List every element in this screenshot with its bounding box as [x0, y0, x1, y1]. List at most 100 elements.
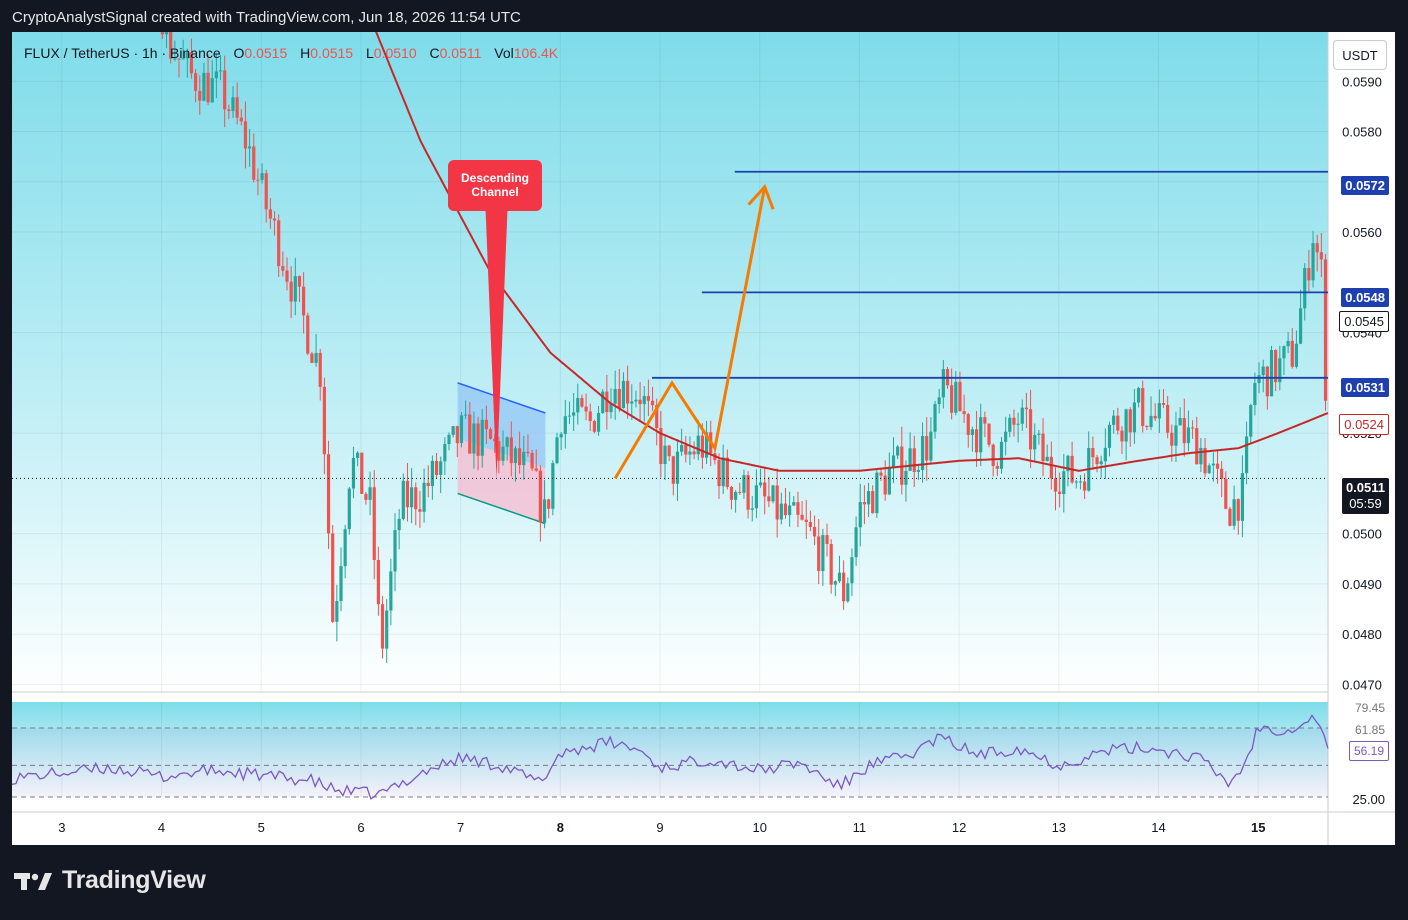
- candle-body: [729, 486, 734, 500]
- candle-body: [472, 423, 476, 454]
- rsi-lower-label: 25.00: [1352, 792, 1385, 807]
- price-tick-label: 0.0490: [1342, 577, 1382, 592]
- candle-body: [347, 488, 351, 530]
- candle-body: [700, 435, 705, 458]
- candle-body: [426, 482, 430, 486]
- level-0545-price-label: 0.0545: [1339, 311, 1389, 332]
- rsi-current-label: 56.19: [1348, 741, 1389, 761]
- candle-body: [775, 485, 779, 520]
- candle-body: [1240, 473, 1245, 521]
- legend-separator: ·: [161, 45, 171, 61]
- candle-body: [1157, 403, 1161, 419]
- candle-body: [1311, 243, 1315, 281]
- legend-high-value: 0.0515: [310, 45, 354, 61]
- candle-body: [264, 173, 268, 210]
- candle-body: [455, 426, 459, 444]
- candle-body: [206, 72, 210, 103]
- candle-body: [721, 457, 725, 487]
- candle-body: [592, 421, 596, 432]
- moving-average-price-label: 0.0524: [1339, 414, 1389, 435]
- candle-body: [1257, 375, 1261, 384]
- candle-body: [829, 543, 833, 585]
- price-pane-background: [12, 32, 1328, 692]
- candle-body: [783, 503, 788, 516]
- candle-body: [999, 441, 1004, 469]
- candle-body: [534, 468, 538, 471]
- candle-body: [501, 446, 505, 461]
- level-0572-price-label: 0.0572: [1341, 176, 1389, 195]
- candle-body: [314, 352, 318, 363]
- candle-body: [401, 480, 405, 519]
- candle-body: [297, 276, 302, 287]
- candle-body: [405, 480, 410, 508]
- level-0548-price-label: 0.0548: [1341, 288, 1389, 307]
- candle-body: [808, 521, 813, 527]
- candle-body: [243, 121, 248, 149]
- candle-body: [530, 453, 534, 469]
- candle-body: [239, 117, 243, 122]
- candle-body: [812, 526, 817, 537]
- time-tick-label: 7: [457, 820, 464, 835]
- candle-body: [1220, 468, 1224, 479]
- candle-body: [505, 437, 509, 447]
- candle-body: [937, 397, 941, 405]
- candle-body: [941, 369, 945, 398]
- candle-body: [621, 380, 626, 409]
- candle-body: [962, 411, 966, 415]
- candle-body: [1103, 447, 1107, 462]
- candle-body: [376, 559, 380, 605]
- candle-body: [680, 445, 684, 452]
- candle-body: [750, 508, 754, 510]
- legend-volume-value: 106.4K: [513, 45, 559, 61]
- level-0531-price-label: 0.0531: [1341, 378, 1389, 397]
- symbol-legend[interactable]: FLUX / TetherUS · 1h · Binance O0.0515 H…: [24, 45, 558, 61]
- candle-body: [987, 423, 991, 445]
- candle-body: [1319, 252, 1323, 260]
- currency-button[interactable]: USDT: [1333, 40, 1387, 70]
- candle-body: [866, 491, 871, 505]
- candle-body: [430, 460, 434, 486]
- candle-body: [235, 97, 239, 118]
- candle-body: [1116, 415, 1120, 431]
- legend-close-label: C: [429, 45, 440, 61]
- candle-body: [389, 571, 393, 611]
- candle-body: [696, 435, 700, 455]
- candle-body: [638, 399, 642, 405]
- callout-title-line1: Descending: [461, 171, 529, 185]
- candle-body: [974, 429, 979, 453]
- candle-body: [1228, 508, 1232, 526]
- callout-title-line2: Channel: [471, 185, 518, 199]
- candle-body: [995, 465, 999, 469]
- candle-body: [630, 401, 634, 404]
- candle-body: [1004, 431, 1008, 442]
- time-tick-label: 12: [952, 820, 966, 835]
- candle-body: [821, 535, 825, 572]
- candle-body: [862, 501, 867, 505]
- candle-body: [588, 411, 592, 422]
- candle-body: [1174, 425, 1178, 446]
- candle-body: [692, 451, 696, 455]
- candle-body: [1207, 465, 1211, 474]
- chart-frame[interactable]: Descending Channel 0.0470 0.0480 0.0490 0.05…: [12, 32, 1395, 845]
- candle-body: [522, 451, 526, 466]
- candle-body: [1161, 403, 1166, 405]
- candle-body: [837, 572, 842, 582]
- candle-body: [584, 406, 588, 412]
- candle-body: [547, 499, 551, 509]
- candle-body: [767, 496, 771, 502]
- candle-body: [414, 487, 418, 510]
- candle-body: [771, 485, 775, 502]
- candle-body: [1049, 456, 1053, 479]
- candle-body: [792, 502, 796, 506]
- candle-body: [800, 514, 804, 520]
- candle-body: [1037, 433, 1041, 435]
- candle-body: [983, 417, 987, 424]
- candle-body: [804, 519, 808, 522]
- candle-body: [1124, 409, 1128, 442]
- tradingview-brand[interactable]: TradingView: [14, 866, 206, 895]
- candle-body: [318, 352, 322, 387]
- price-chart[interactable]: DescendingChannel 0.0470 0.0480 0.0490 0.05…: [12, 32, 1395, 845]
- candle-body: [617, 388, 621, 409]
- last-price-label: 0.0511 05:59: [1341, 478, 1389, 514]
- candle-body: [418, 509, 422, 512]
